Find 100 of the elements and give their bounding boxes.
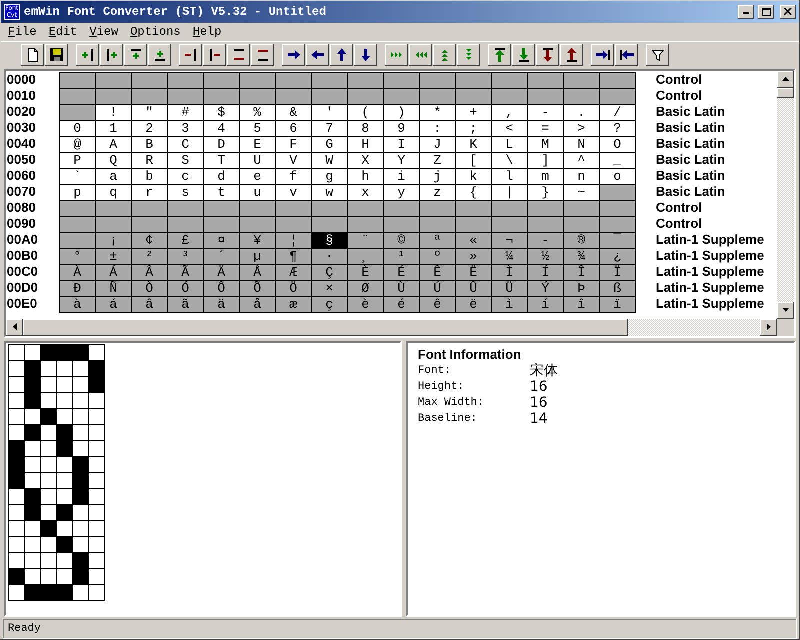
- menu-item[interactable]: Edit: [44, 24, 83, 39]
- char-cell[interactable]: [311, 200, 348, 217]
- char-cell[interactable]: [599, 72, 636, 89]
- char-cell[interactable]: [383, 72, 420, 89]
- char-cell[interactable]: [563, 200, 600, 217]
- char-cell[interactable]: Ù: [383, 280, 420, 297]
- scroll-thumb[interactable]: [23, 318, 628, 336]
- char-cell[interactable]: [203, 216, 240, 233]
- toolbar-button[interactable]: [100, 44, 123, 66]
- char-cell[interactable]: [563, 72, 600, 89]
- toolbar-button[interactable]: [512, 44, 535, 66]
- char-cell[interactable]: Ì: [491, 264, 528, 281]
- char-cell[interactable]: [455, 88, 492, 105]
- char-cell[interactable]: å: [239, 296, 276, 313]
- char-cell[interactable]: Ø: [347, 280, 384, 297]
- char-cell[interactable]: °: [59, 248, 96, 265]
- char-cell[interactable]: ¥: [239, 232, 276, 249]
- char-cell[interactable]: [59, 88, 96, 105]
- toolbar-button[interactable]: [179, 44, 202, 66]
- char-cell[interactable]: [95, 200, 132, 217]
- char-cell[interactable]: [455, 200, 492, 217]
- char-cell[interactable]: è: [347, 296, 384, 313]
- char-cell[interactable]: ×: [311, 280, 348, 297]
- char-cell[interactable]: ¬: [491, 232, 528, 249]
- char-cell[interactable]: ¡: [95, 232, 132, 249]
- toolbar-button[interactable]: [409, 44, 432, 66]
- toolbar-button[interactable]: [45, 44, 68, 66]
- char-cell[interactable]: Õ: [239, 280, 276, 297]
- char-cell[interactable]: [239, 88, 276, 105]
- glyph-bitmap-drawing[interactable]: [8, 344, 105, 601]
- scroll-left-button[interactable]: [6, 318, 23, 336]
- char-cell[interactable]: Ô: [203, 280, 240, 297]
- char-cell[interactable]: Ú: [419, 280, 456, 297]
- char-cell[interactable]: º: [419, 248, 456, 265]
- char-cell[interactable]: [131, 200, 168, 217]
- char-cell[interactable]: Ý: [527, 280, 564, 297]
- char-cell[interactable]: [527, 88, 564, 105]
- char-cell[interactable]: [167, 88, 204, 105]
- char-cell[interactable]: [95, 88, 132, 105]
- char-cell[interactable]: [95, 216, 132, 233]
- char-cell[interactable]: î: [563, 296, 600, 313]
- char-cell[interactable]: [131, 216, 168, 233]
- char-cell[interactable]: Ò: [131, 280, 168, 297]
- char-cell[interactable]: [599, 216, 636, 233]
- toolbar-button[interactable]: [227, 44, 250, 66]
- char-cell[interactable]: È: [347, 264, 384, 281]
- menu-item[interactable]: Options: [125, 24, 186, 39]
- char-cell[interactable]: [275, 88, 312, 105]
- char-cell[interactable]: [311, 216, 348, 233]
- char-cell[interactable]: É: [383, 264, 420, 281]
- char-cell[interactable]: ¹: [383, 248, 420, 265]
- char-cell[interactable]: [167, 216, 204, 233]
- char-cell[interactable]: [167, 200, 204, 217]
- toolbar-button[interactable]: [203, 44, 226, 66]
- char-cell[interactable]: ¯: [599, 232, 636, 249]
- char-cell[interactable]: Ð: [59, 280, 96, 297]
- toolbar-button[interactable]: [536, 44, 559, 66]
- char-cell[interactable]: Â: [131, 264, 168, 281]
- toolbar-button[interactable]: [124, 44, 147, 66]
- char-cell[interactable]: [599, 184, 636, 201]
- char-cell[interactable]: [383, 200, 420, 217]
- char-cell[interactable]: [59, 232, 96, 249]
- char-cell[interactable]: ê: [419, 296, 456, 313]
- toolbar-button[interactable]: [560, 44, 583, 66]
- char-cell[interactable]: ²: [131, 248, 168, 265]
- toolbar-button[interactable]: [433, 44, 456, 66]
- char-cell[interactable]: Ó: [167, 280, 204, 297]
- char-cell[interactable]: [239, 216, 276, 233]
- char-cell[interactable]: ¾: [563, 248, 600, 265]
- char-cell[interactable]: ·: [311, 248, 348, 265]
- char-cell[interactable]: ®: [563, 232, 600, 249]
- char-cell[interactable]: ´: [203, 248, 240, 265]
- char-cell[interactable]: Ü: [491, 280, 528, 297]
- toolbar-button[interactable]: [591, 44, 614, 66]
- char-cell[interactable]: ¤: [203, 232, 240, 249]
- char-cell[interactable]: Þ: [563, 280, 600, 297]
- char-cell[interactable]: À: [59, 264, 96, 281]
- char-cell[interactable]: ³: [167, 248, 204, 265]
- char-cell[interactable]: [239, 72, 276, 89]
- char-cell[interactable]: [419, 216, 456, 233]
- char-cell[interactable]: [455, 72, 492, 89]
- char-cell[interactable]: »: [455, 248, 492, 265]
- char-cell[interactable]: £: [167, 232, 204, 249]
- char-cell[interactable]: ¶: [275, 248, 312, 265]
- char-cell[interactable]: [419, 88, 456, 105]
- horizontal-scrollbar[interactable]: [6, 318, 777, 336]
- char-cell[interactable]: [527, 216, 564, 233]
- char-cell[interactable]: [491, 200, 528, 217]
- char-cell[interactable]: Å: [239, 264, 276, 281]
- char-cell[interactable]: µ: [239, 248, 276, 265]
- char-cell[interactable]: [275, 200, 312, 217]
- char-cell[interactable]: Ë: [455, 264, 492, 281]
- toolbar-button[interactable]: [282, 44, 305, 66]
- char-cell[interactable]: [203, 88, 240, 105]
- char-cell[interactable]: [347, 216, 384, 233]
- toolbar-button[interactable]: [76, 44, 99, 66]
- char-cell[interactable]: [491, 88, 528, 105]
- char-cell[interactable]: ¼: [491, 248, 528, 265]
- char-cell[interactable]: [311, 72, 348, 89]
- char-cell[interactable]: Ñ: [95, 280, 132, 297]
